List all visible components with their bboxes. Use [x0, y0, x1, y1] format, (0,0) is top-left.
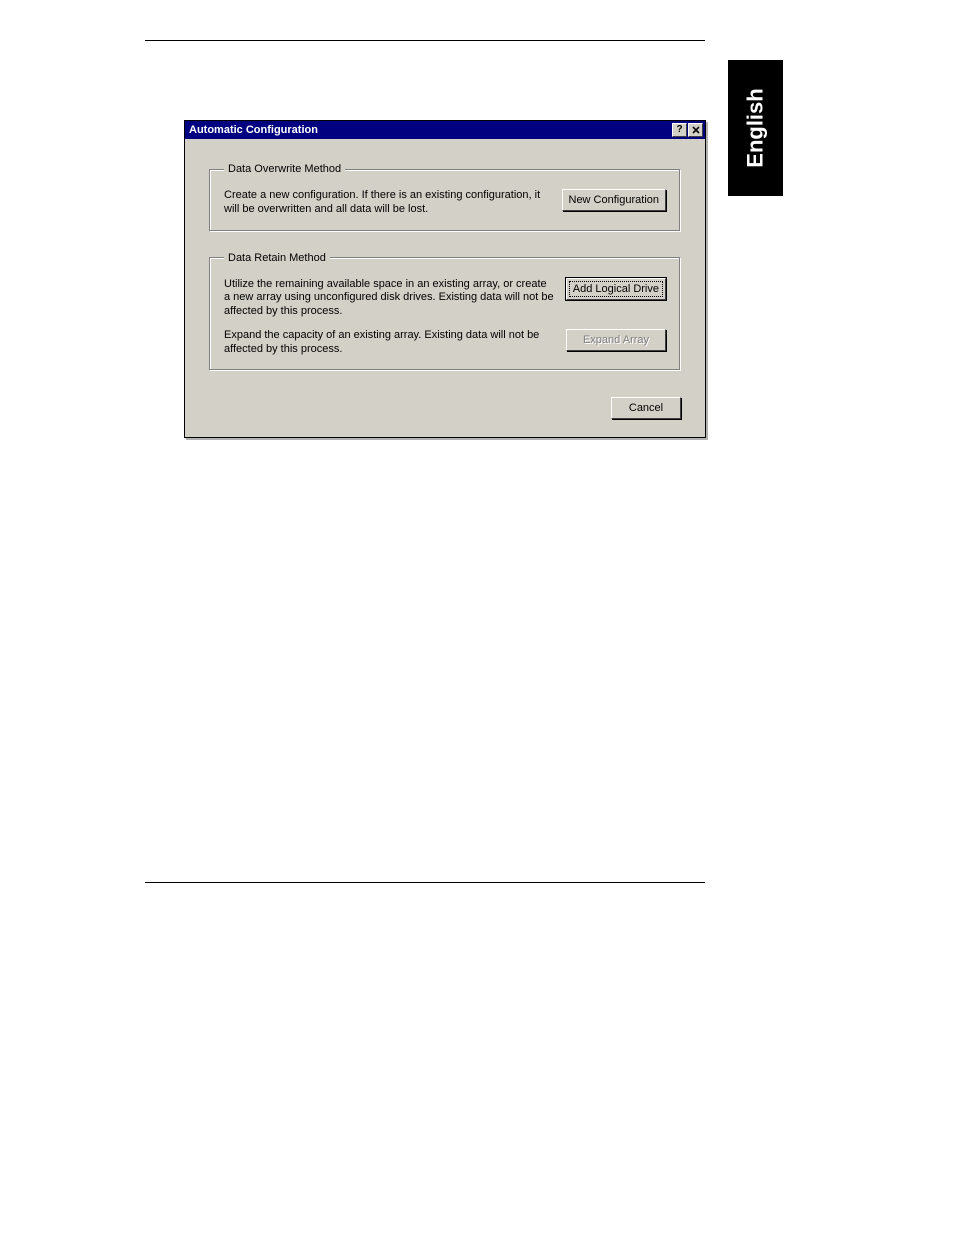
page-rule-top [145, 40, 705, 41]
dialog-body: Data Overwrite Method Create a new confi… [185, 139, 705, 437]
data-overwrite-group: Data Overwrite Method Create a new confi… [209, 163, 681, 232]
language-tab: English [728, 60, 783, 196]
add-logical-drive-desc: Utilize the remaining available space in… [224, 278, 556, 319]
close-icon[interactable] [688, 123, 703, 137]
data-retain-group: Data Retain Method Utilize the remaining… [209, 252, 681, 372]
automatic-configuration-dialog: Automatic Configuration ? Data Overwrite… [184, 120, 706, 438]
titlebar[interactable]: Automatic Configuration ? [185, 121, 705, 139]
data-retain-legend: Data Retain Method [224, 252, 330, 264]
expand-array-row: Expand the capacity of an existing array… [224, 329, 666, 357]
add-logical-drive-row: Utilize the remaining available space in… [224, 278, 666, 319]
new-configuration-desc: Create a new configuration. If there is … [224, 189, 552, 217]
expand-array-desc: Expand the capacity of an existing array… [224, 329, 556, 357]
page: English Automatic Configuration ? Data O… [0, 0, 954, 1235]
dialog-footer: Cancel [209, 391, 681, 419]
titlebar-text: Automatic Configuration [189, 124, 671, 136]
language-tab-label: English [743, 88, 769, 167]
new-configuration-button[interactable]: New Configuration [562, 189, 667, 211]
titlebar-buttons: ? [671, 123, 703, 137]
data-overwrite-legend: Data Overwrite Method [224, 163, 345, 175]
help-icon[interactable]: ? [672, 123, 687, 137]
cancel-button[interactable]: Cancel [611, 397, 681, 419]
close-x-icon [692, 126, 700, 134]
add-logical-drive-button[interactable]: Add Logical Drive [566, 278, 666, 300]
page-rule-bottom [145, 882, 705, 883]
expand-array-button: Expand Array [566, 329, 666, 351]
new-configuration-row: Create a new configuration. If there is … [224, 189, 666, 217]
